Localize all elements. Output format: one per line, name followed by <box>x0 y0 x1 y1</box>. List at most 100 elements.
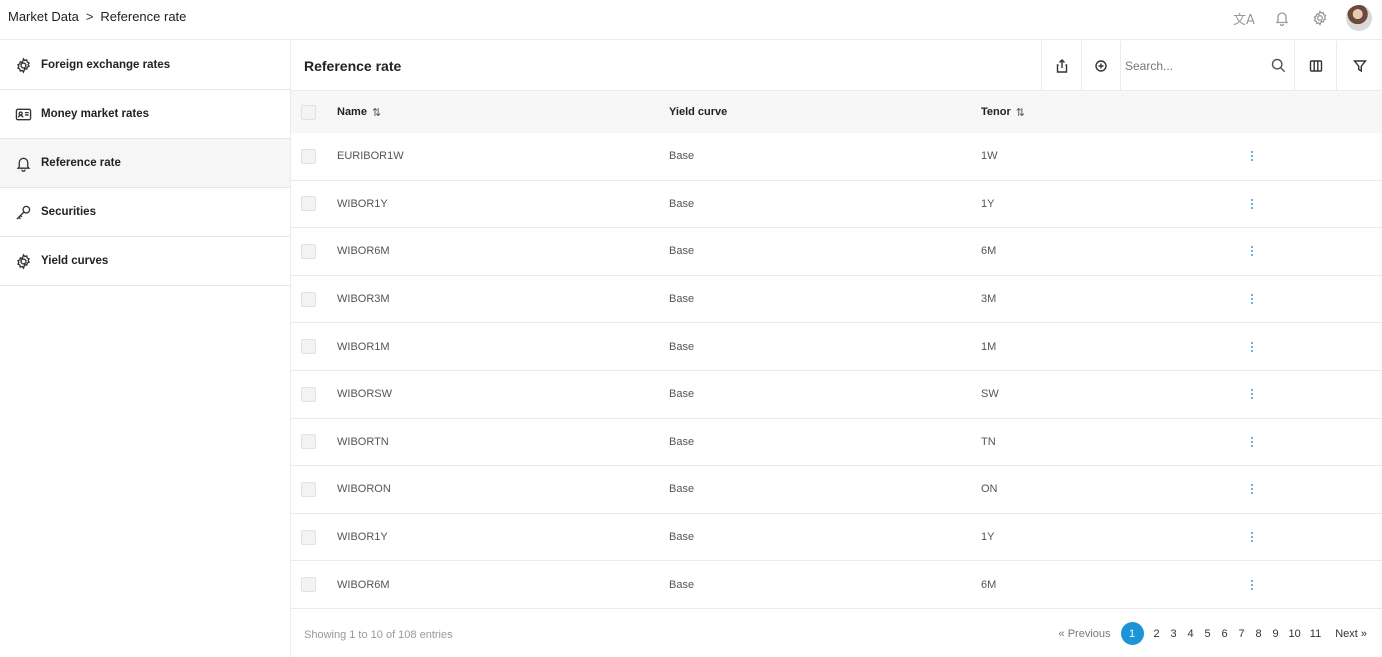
gear-icon[interactable] <box>1308 6 1332 30</box>
cell-yield-curve: Base <box>669 435 695 448</box>
breadcrumb-current: Reference rate <box>100 9 187 24</box>
more-options-icon[interactable] <box>1247 339 1257 355</box>
row-checkbox[interactable] <box>301 148 316 164</box>
more-options-icon[interactable] <box>1247 291 1257 307</box>
share-icon <box>1056 59 1067 73</box>
sidebar: Foreign exchange rates Money market rate… <box>0 41 290 286</box>
more-options-icon[interactable] <box>1247 481 1257 497</box>
sidebar-item-money-market-rates[interactable]: Money market rates <box>0 90 290 139</box>
row-checkbox[interactable] <box>301 577 316 593</box>
page-link-3[interactable]: 3 <box>1170 628 1178 640</box>
cell-tenor: ON <box>981 483 998 496</box>
page-link-2[interactable]: 2 <box>1153 628 1161 640</box>
more-options-icon[interactable] <box>1247 577 1257 593</box>
row-checkbox[interactable] <box>301 434 316 450</box>
page-link-8[interactable]: 8 <box>1255 628 1263 640</box>
previous-page-link[interactable]: « Previous <box>1059 628 1111 640</box>
sidebar-item-label: Reference rate <box>41 157 121 169</box>
table-row[interactable]: WIBOR6M Base 6M <box>291 228 1382 276</box>
sidebar-item-reference-rate[interactable]: Reference rate <box>0 139 290 188</box>
page-link-11[interactable]: 11 <box>1310 628 1321 640</box>
cell-yield-curve: Base <box>669 150 695 163</box>
cell-name: WIBOR1Y <box>337 531 388 544</box>
sort-icon[interactable]: ⇅ <box>1016 106 1025 119</box>
search-input[interactable] <box>1125 55 1265 77</box>
breadcrumb-separator: > <box>85 9 94 24</box>
cell-yield-curve: Base <box>669 293 695 306</box>
cell-name: EURIBOR1W <box>337 150 404 163</box>
sidebar-item-yield-curves[interactable]: Yield curves <box>0 237 290 286</box>
table-row[interactable]: WIBORON Base ON <box>291 466 1382 514</box>
cell-tenor: TN <box>981 435 996 448</box>
page-link-7[interactable]: 7 <box>1238 628 1246 640</box>
row-checkbox[interactable] <box>301 481 316 497</box>
row-checkbox[interactable] <box>301 291 316 307</box>
cell-yield-curve: Base <box>669 340 695 353</box>
export-button[interactable] <box>1041 41 1081 91</box>
column-header-name[interactable]: Name ⇅ <box>337 106 381 119</box>
sidebar-item-label: Securities <box>41 206 96 218</box>
column-header-tenor[interactable]: Tenor ⇅ <box>981 106 1025 119</box>
row-checkbox[interactable] <box>301 339 316 355</box>
table-row[interactable]: WIBORTN Base TN <box>291 419 1382 467</box>
select-all-checkbox[interactable] <box>301 104 316 120</box>
table-row[interactable]: WIBOR1M Base 1M <box>291 323 1382 371</box>
page-link-10[interactable]: 10 <box>1289 628 1301 640</box>
filter-button[interactable] <box>1336 41 1382 91</box>
translate-icon[interactable]: 文A <box>1232 6 1256 30</box>
more-options-icon[interactable] <box>1247 148 1257 164</box>
table-row[interactable]: WIBOR1Y Base 1Y <box>291 514 1382 562</box>
cell-tenor: 1W <box>981 150 998 163</box>
gear-cog-icon <box>14 56 32 74</box>
more-options-icon[interactable] <box>1247 243 1257 259</box>
bell-icon <box>14 154 32 172</box>
page-title: Reference rate <box>304 58 402 74</box>
column-header-yield-curve: Yield curve <box>669 106 728 118</box>
add-button[interactable] <box>1081 41 1120 91</box>
table-row[interactable]: WIBOR1Y Base 1Y <box>291 181 1382 229</box>
id-card-icon <box>14 105 32 123</box>
sort-icon[interactable]: ⇅ <box>372 106 381 119</box>
breadcrumb-parent[interactable]: Market Data <box>8 9 79 24</box>
main-panel: Reference rate Name ⇅ Yield curve Tenor <box>290 41 1382 657</box>
page-link-4[interactable]: 4 <box>1187 628 1195 640</box>
row-checkbox[interactable] <box>301 386 316 402</box>
columns-icon <box>1309 60 1322 72</box>
avatar[interactable] <box>1346 5 1372 31</box>
search-icon[interactable] <box>1271 58 1286 76</box>
cell-tenor: 6M <box>981 245 997 258</box>
table-footer: Showing 1 to 10 of 108 entries « Previou… <box>291 619 1382 649</box>
page-link-1[interactable]: 1 <box>1120 622 1144 645</box>
cell-yield-curve: Base <box>669 578 695 591</box>
cell-name: WIBOR6M <box>337 245 390 258</box>
more-options-icon[interactable] <box>1247 529 1257 545</box>
more-options-icon[interactable] <box>1247 196 1257 212</box>
breadcrumb: Market Data > Reference rate <box>8 9 186 24</box>
entries-summary: Showing 1 to 10 of 108 entries <box>304 629 453 641</box>
page-link-6[interactable]: 6 <box>1221 628 1229 640</box>
table-row[interactable]: WIBOR3M Base 3M <box>291 276 1382 324</box>
sidebar-item-label: Foreign exchange rates <box>41 59 171 71</box>
row-checkbox[interactable] <box>301 196 316 212</box>
page-link-9[interactable]: 9 <box>1272 628 1280 640</box>
table-row[interactable]: EURIBOR1W Base 1W <box>291 133 1382 181</box>
columns-button[interactable] <box>1294 41 1336 91</box>
more-options-icon[interactable] <box>1247 386 1257 402</box>
table-header: Name ⇅ Yield curve Tenor ⇅ <box>291 91 1382 133</box>
sidebar-item-foreign-exchange-rates[interactable]: Foreign exchange rates <box>0 41 290 90</box>
sidebar-item-label: Yield curves <box>41 255 109 267</box>
next-page-link[interactable]: Next » <box>1335 628 1367 640</box>
table-body: EURIBOR1W Base 1W WIBOR1Y Base 1Y WIBOR6… <box>291 133 1382 609</box>
key-icon <box>14 203 32 221</box>
row-checkbox[interactable] <box>301 243 316 259</box>
cell-name: WIBORSW <box>337 388 392 401</box>
cell-tenor: 6M <box>981 578 997 591</box>
table-row[interactable]: WIBORSW Base SW <box>291 371 1382 419</box>
page-link-5[interactable]: 5 <box>1204 628 1212 640</box>
more-options-icon[interactable] <box>1247 434 1257 450</box>
table-row[interactable]: WIBOR6M Base 6M <box>291 561 1382 609</box>
row-checkbox[interactable] <box>301 529 316 545</box>
bell-icon[interactable] <box>1270 6 1294 30</box>
sidebar-item-securities[interactable]: Securities <box>0 188 290 237</box>
filter-icon <box>1353 60 1367 73</box>
